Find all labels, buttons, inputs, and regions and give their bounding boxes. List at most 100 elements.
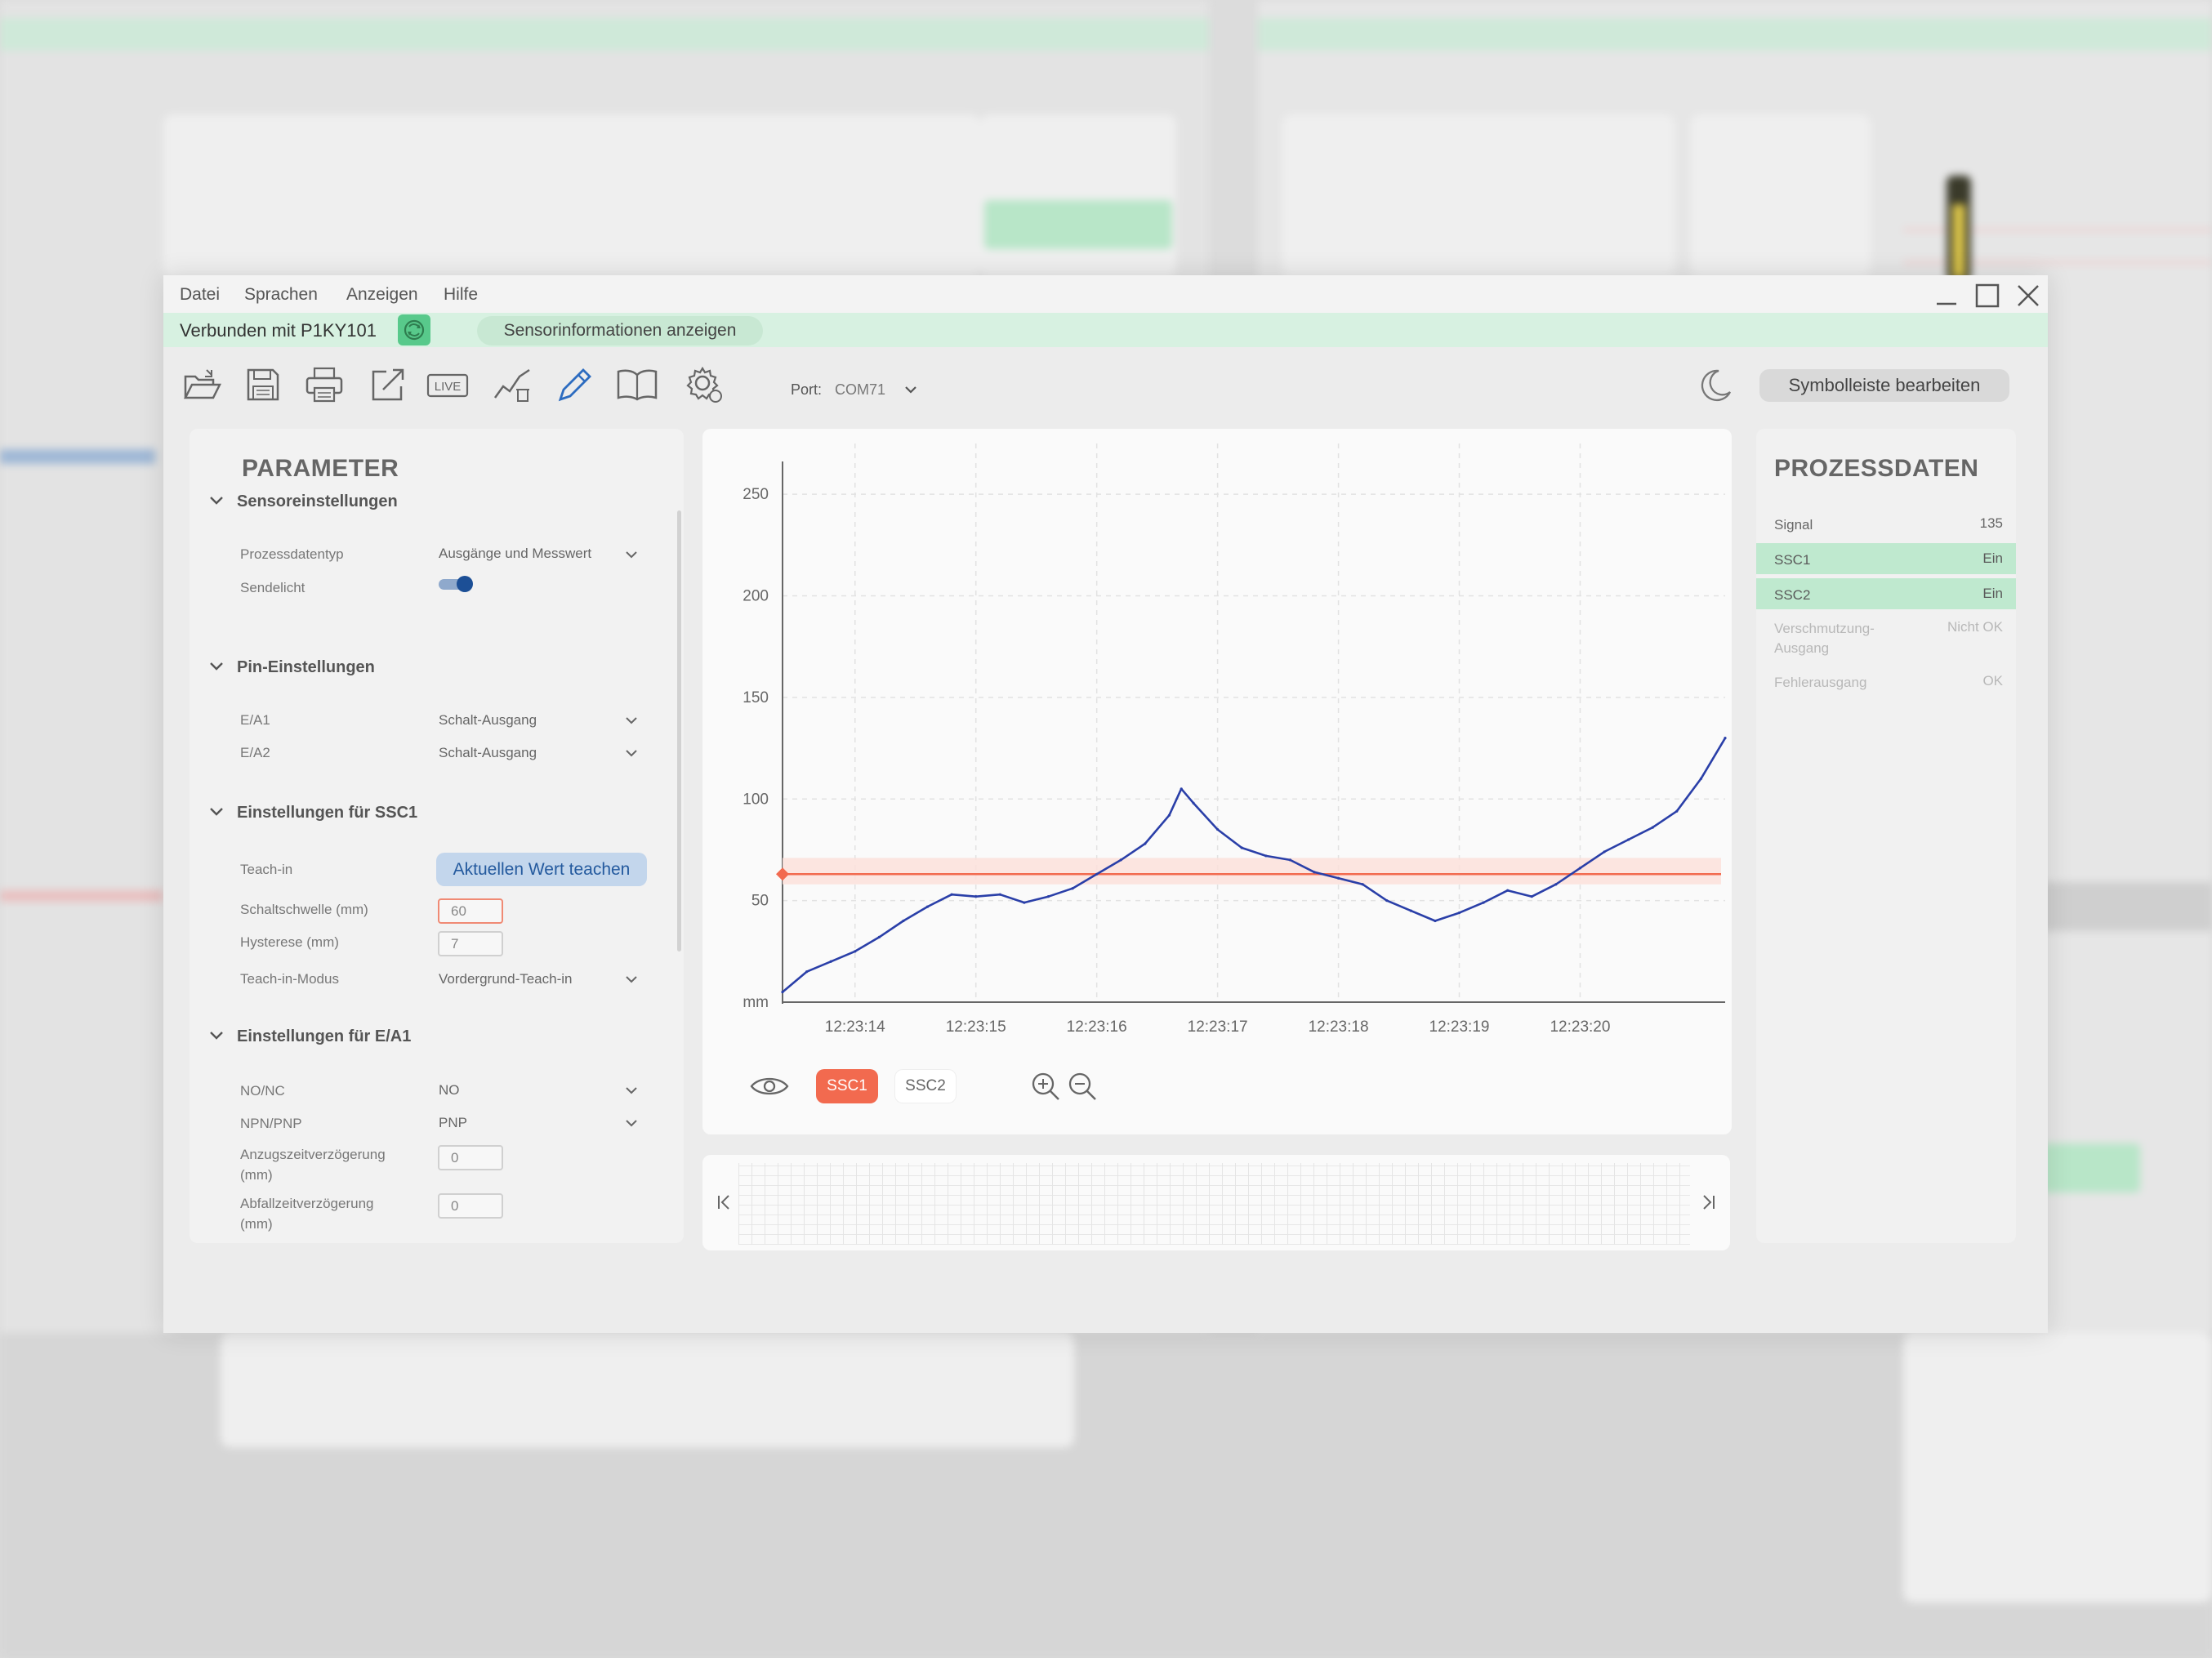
navigate-end-icon[interactable] xyxy=(1696,1188,1720,1217)
minimize-icon[interactable] xyxy=(1933,282,1960,310)
menu-anzeigen[interactable]: Anzeigen xyxy=(346,285,418,305)
hysteresis-band xyxy=(783,858,1721,885)
open-folder-icon[interactable] xyxy=(182,365,221,404)
signal-data-point xyxy=(1336,876,1340,880)
zoom-in-icon[interactable] xyxy=(1029,1070,1062,1103)
process-row: SSC2 Ein xyxy=(1756,578,2016,609)
signal-data-point xyxy=(829,960,832,963)
abfall-input[interactable]: 0 xyxy=(438,1193,503,1219)
prozessdatentyp-select[interactable]: Ausgänge und Messwert xyxy=(439,546,591,562)
background-panel xyxy=(1691,114,1871,278)
ea2-select[interactable]: Schalt-Ausgang xyxy=(439,745,537,761)
anzug-input[interactable]: 0 xyxy=(438,1145,503,1170)
chart-navigator[interactable] xyxy=(702,1155,1730,1250)
background-green xyxy=(984,200,1172,249)
section-sensoreinstellungen[interactable]: Sensoreinstellungen xyxy=(209,492,398,511)
signal-data-point xyxy=(854,950,857,953)
signal-data-point xyxy=(1240,846,1243,849)
y-tick-label: 200 xyxy=(743,588,769,605)
ea1-select[interactable]: Schalt-Ausgang xyxy=(439,712,537,729)
background-line xyxy=(0,890,163,902)
menu-sprachen[interactable]: Sprachen xyxy=(244,285,318,305)
signal-data-point xyxy=(1095,872,1099,876)
background-panel xyxy=(163,114,980,278)
signal-data-point xyxy=(1578,867,1582,870)
eye-visibility-icon[interactable] xyxy=(749,1074,790,1099)
background-sensor-stripe xyxy=(1952,204,1965,278)
process-row-label: Fehlerausgang xyxy=(1774,675,1867,690)
maximize-icon[interactable] xyxy=(1973,282,2001,310)
menu-datei[interactable]: Datei xyxy=(180,285,220,305)
process-row-label: Signal xyxy=(1774,517,1813,533)
chevron-down-icon[interactable] xyxy=(624,972,639,987)
chevron-down-icon[interactable] xyxy=(624,1116,639,1130)
background-strip xyxy=(0,18,1209,51)
edit-toolbar-button[interactable]: Symbolleiste bearbeiten xyxy=(1759,369,2009,402)
nonc-select[interactable]: NO xyxy=(439,1082,460,1099)
zoom-out-icon[interactable] xyxy=(1066,1070,1099,1103)
schaltschwelle-input[interactable]: 60 xyxy=(438,898,503,924)
live-label: LIVE xyxy=(435,380,462,394)
signal-data-point xyxy=(1409,909,1412,912)
background-bar xyxy=(0,449,155,464)
chevron-down-icon[interactable] xyxy=(624,1083,639,1098)
signal-data-point xyxy=(1288,858,1291,862)
signal-data-point xyxy=(1603,850,1606,854)
process-row: Fehlerausgang OK xyxy=(1756,666,2016,697)
chevron-down-icon[interactable] xyxy=(903,381,919,398)
process-row-value: Ein xyxy=(1982,550,2003,566)
book-icon[interactable] xyxy=(616,365,658,404)
navigate-start-icon[interactable] xyxy=(712,1188,737,1217)
process-value-chart[interactable]: 50 100 150 200 250 12:23:14 12:23:15 12:23:16 12… xyxy=(702,429,1732,1050)
signal-data-point xyxy=(1385,899,1389,903)
navigator-grid xyxy=(738,1163,1690,1245)
refresh-connection-icon[interactable] xyxy=(398,314,430,345)
chevron-down-icon[interactable] xyxy=(624,547,639,562)
teach-mode-select[interactable]: Vordergrund-Teach-in xyxy=(439,971,572,987)
npnpnp-select[interactable]: PNP xyxy=(439,1115,467,1131)
chevron-down-icon xyxy=(210,1032,223,1040)
x-tick-label: 12:23:18 xyxy=(1309,1018,1369,1036)
port-select[interactable]: COM71 xyxy=(835,381,885,399)
export-icon[interactable] xyxy=(368,365,408,404)
menu-hilfe[interactable]: Hilfe xyxy=(444,285,478,305)
signal-data-point xyxy=(781,990,784,994)
sensor-info-button[interactable]: Sensorinformationen anzeigen xyxy=(477,316,763,345)
parameter-scrollbar[interactable] xyxy=(677,510,681,952)
signal-data-point xyxy=(1482,901,1485,904)
dark-mode-moon-icon[interactable] xyxy=(1697,368,1733,403)
process-row: Signal 135 xyxy=(1756,508,2016,539)
background-green xyxy=(2042,1143,2140,1192)
live-icon[interactable]: LIVE xyxy=(426,365,469,404)
signal-data-point xyxy=(1434,919,1437,923)
chevron-down-icon[interactable] xyxy=(624,713,639,728)
settings-gear-icon[interactable] xyxy=(685,365,724,404)
chevron-down-icon[interactable] xyxy=(624,746,639,760)
background-strip xyxy=(1258,18,2212,51)
signal-data-point xyxy=(1651,826,1654,829)
ssc2-toggle-button[interactable]: SSC2 xyxy=(894,1069,957,1103)
teach-mode-label: Teach-in-Modus xyxy=(240,971,339,987)
signal-data-point xyxy=(1506,889,1510,892)
hysterese-input[interactable]: 7 xyxy=(438,931,503,956)
y-tick-label: 100 xyxy=(743,791,769,808)
chart-delete-icon[interactable] xyxy=(493,365,533,404)
pencil-icon[interactable] xyxy=(555,365,595,404)
section-ea1[interactable]: Einstellungen für E/A1 xyxy=(209,1027,411,1046)
signal-data-point xyxy=(950,893,953,896)
chevron-down-icon xyxy=(210,497,223,505)
close-icon[interactable] xyxy=(2014,282,2042,310)
process-row: SSC1 Ein xyxy=(1756,543,2016,574)
sendelicht-toggle[interactable] xyxy=(438,575,475,593)
section-pin-einstellungen[interactable]: Pin-Einstellungen xyxy=(209,658,375,677)
schaltschwelle-label: Schaltschwelle (mm) xyxy=(240,902,368,917)
signal-data-point xyxy=(1313,871,1316,874)
process-row-value: OK xyxy=(1982,673,2003,689)
teach-current-value-button[interactable]: Aktuellen Wert teachen xyxy=(436,853,647,886)
section-ssc1[interactable]: Einstellungen für SSC1 xyxy=(209,804,417,822)
ssc1-toggle-button[interactable]: SSC1 xyxy=(816,1069,878,1103)
nonc-label: NO/NC xyxy=(240,1083,285,1099)
save-icon[interactable] xyxy=(243,365,283,404)
print-icon[interactable] xyxy=(305,365,344,404)
signal-data-point xyxy=(1046,895,1050,898)
